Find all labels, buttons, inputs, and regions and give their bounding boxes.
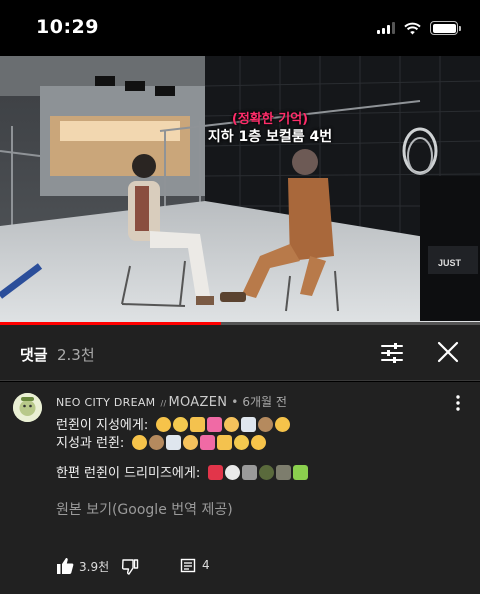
- comments-title: 댓글: [20, 346, 48, 364]
- comments-count: 2.3천: [57, 346, 95, 364]
- anger-symbol-emoji: [208, 465, 224, 480]
- thumbs-up-icon[interactable]: [56, 557, 74, 575]
- baby-bottle-emoji: [241, 417, 257, 432]
- smiling-face-hearts-emoji: [156, 417, 172, 432]
- palms-up-emoji: [190, 417, 206, 432]
- comment-actions: 3.9천 4: [0, 554, 480, 584]
- comment-author-line: NEO CITY DREAM //MOAZEN • 6개월 전: [56, 393, 287, 410]
- baby-bottle-emoji: [166, 435, 182, 450]
- avatar-image: [13, 393, 42, 422]
- status-time: 10:29: [36, 16, 99, 38]
- avatar[interactable]: [13, 393, 42, 422]
- crossed-swords-emoji: [242, 465, 258, 480]
- comment-author[interactable]: NEO CITY DREAM: [56, 396, 155, 409]
- smiling-face-hearts-emoji: [251, 435, 267, 450]
- comment-line-2: 지성과 런쥔:: [56, 432, 267, 451]
- emoji-row-3: [208, 465, 309, 480]
- battery-level: [432, 23, 456, 33]
- pleading-face-emoji: [173, 417, 189, 432]
- comment-line-1: 런쥔이 지성에게:: [56, 414, 291, 433]
- water-pistol-emoji: [293, 465, 309, 480]
- hugging-face-emoji: [275, 417, 291, 432]
- close-icon[interactable]: [436, 340, 460, 364]
- reply-comment-icon[interactable]: [180, 558, 196, 574]
- comments-header: 댓글 2.3천: [0, 325, 480, 381]
- pleading-face-emoji: [234, 435, 250, 450]
- cellular-signal-icon: [377, 22, 395, 34]
- emoji-row-1: [156, 417, 291, 432]
- see-no-evil-monkey-emoji: [149, 435, 165, 450]
- handle-text: MOAZEN: [168, 395, 228, 410]
- more-options-icon[interactable]: [452, 393, 464, 413]
- comment-line-1-text: 런쥔이 지성에게:: [56, 418, 149, 433]
- video-caption-line2: 지하 1층 보컬룸 4번: [207, 129, 333, 145]
- status-icons: [377, 20, 461, 36]
- sort-filter-icon[interactable]: [380, 341, 404, 365]
- skull-emoji: [225, 465, 241, 480]
- video-frame: JUST: [0, 56, 480, 324]
- ninja-emoji: [259, 465, 275, 480]
- see-no-evil-monkey-emoji: [258, 417, 274, 432]
- comment-thread: NEO CITY DREAM //MOAZEN • 6개월 전 런쥔이 지성에게…: [0, 382, 480, 594]
- video-caption-line1: (정확한 기억): [231, 112, 309, 127]
- hugging-face-emoji: [132, 435, 148, 450]
- baby-emoji: [224, 417, 240, 432]
- two-hearts-emoji: [207, 417, 223, 432]
- battery-icon: [430, 21, 461, 35]
- baby-emoji: [183, 435, 199, 450]
- comment-author-handle[interactable]: //MOAZEN: [160, 395, 227, 410]
- comment-time: 6개월 전: [242, 395, 287, 409]
- reply-count: 4: [202, 558, 210, 572]
- comment-line-3-text: 한편 런쥔이 드리미즈에게:: [56, 466, 201, 481]
- palms-up-emoji: [217, 435, 233, 450]
- thumbs-down-icon[interactable]: [121, 558, 139, 576]
- emoji-row-2: [132, 435, 267, 450]
- separator-dot: •: [231, 395, 239, 409]
- svg-text:JUST: JUST: [438, 258, 462, 268]
- handle-prefix: //: [160, 399, 167, 408]
- wifi-icon: [404, 22, 421, 34]
- comment-line-3: 한편 런쥔이 드리미즈에게:: [56, 462, 309, 481]
- two-hearts-emoji: [200, 435, 216, 450]
- moai-emoji: [276, 465, 292, 480]
- see-original-link[interactable]: 원본 보기(Google 번역 제공): [56, 499, 233, 519]
- video-player[interactable]: JUST (정확한 기억) 지하 1층 보컬룸 4번: [0, 56, 480, 324]
- status-bar: 10:29: [0, 0, 480, 56]
- comment-line-2-text: 지성과 런쥔:: [56, 436, 125, 451]
- like-count: 3.9천: [79, 560, 110, 574]
